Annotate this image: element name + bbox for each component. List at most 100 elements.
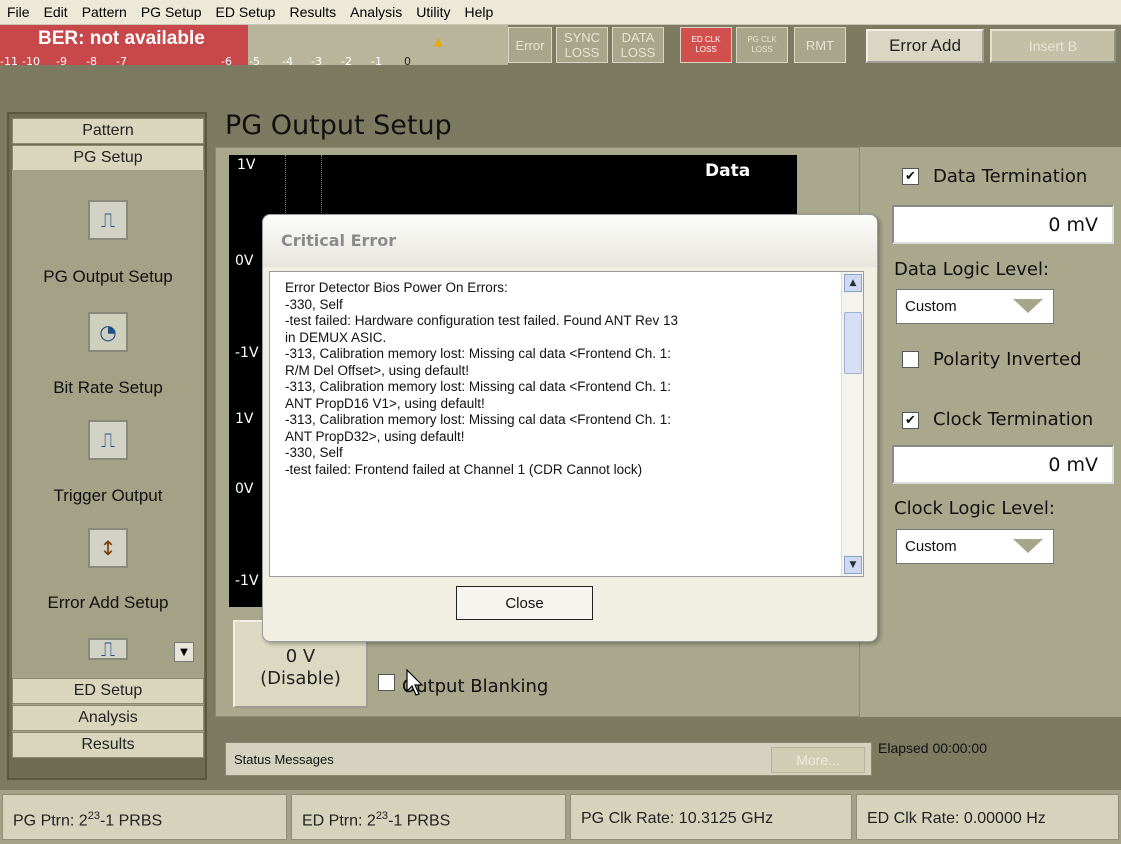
menu-results[interactable]: Results: [282, 4, 343, 20]
clock-logic-level-label: Clock Logic Level:: [894, 498, 1055, 519]
error-add-button[interactable]: Error Add: [866, 29, 984, 63]
sidebar-item-bit-rate-setup[interactable]: Bit Rate Setup: [12, 378, 204, 398]
menu-pg-setup[interactable]: PG Setup: [134, 4, 209, 20]
menu-utility[interactable]: Utility: [409, 4, 457, 20]
mouse-cursor-icon: [406, 669, 424, 696]
critical-error-dialog: Critical Error Error Detector Bios Power…: [262, 214, 878, 642]
menu-edit[interactable]: Edit: [37, 4, 75, 20]
ber-tick: -11: [0, 55, 18, 68]
dialog-line: -313, Calibration memory lost: Missing c…: [285, 412, 672, 427]
data-loss-indicator: DATA LOSS: [612, 27, 664, 63]
sidebar-panel: ⎍ PG Output Setup ◔ Bit Rate Setup ⎍ Tri…: [12, 170, 204, 734]
scope-axis-label: -1V: [235, 573, 259, 589]
data-logic-level-value: Custom: [905, 298, 957, 315]
data-logic-level-label: Data Logic Level:: [894, 259, 1050, 280]
clock-termination-checkbox[interactable]: ✔: [902, 412, 919, 429]
sidebar-pattern[interactable]: Pattern: [12, 118, 204, 144]
dialog-line: -330, Self: [285, 445, 343, 460]
scroll-up-icon[interactable]: ▲: [844, 274, 862, 292]
menu-pattern[interactable]: Pattern: [75, 4, 134, 20]
error-insert-icon[interactable]: ↕: [88, 528, 128, 568]
dialog-line: -test failed: Frontend failed at Channel…: [285, 461, 643, 477]
sidebar-ed-setup[interactable]: ED Setup: [12, 678, 204, 704]
clock-termination-label: Clock Termination: [933, 409, 1094, 430]
close-button[interactable]: Close: [456, 586, 593, 620]
pg-output-icon[interactable]: ⎍: [88, 200, 128, 240]
scope-axis-label: -1V: [235, 345, 259, 361]
status-messages-label: Status Messages: [234, 752, 334, 767]
sidebar-item-pg-output-setup[interactable]: PG Output Setup: [12, 267, 204, 287]
menu-help[interactable]: Help: [458, 4, 501, 20]
ber-status-text: BER: not available: [38, 28, 205, 49]
scrollbar-thumb[interactable]: [844, 312, 862, 374]
chevron-down-icon: [1013, 539, 1043, 553]
scroll-down-icon[interactable]: ▼: [844, 556, 862, 574]
output-blanking-checkbox[interactable]: [378, 674, 395, 691]
ber-tick: 0: [404, 55, 411, 68]
sidebar-results[interactable]: Results: [12, 732, 204, 758]
more-button[interactable]: More...: [771, 747, 865, 773]
clock-logic-level-value: Custom: [905, 538, 957, 555]
ber-tick: -4: [282, 55, 293, 68]
dialog-line: -test failed: Hardware configuration tes…: [285, 313, 678, 328]
menu-ed-setup[interactable]: ED Setup: [209, 4, 283, 20]
rmt-indicator: RMT: [794, 27, 846, 63]
dialog-title: Critical Error: [263, 215, 877, 267]
ber-tick: -8: [86, 55, 97, 68]
data-termination-field[interactable]: 0 mV: [892, 205, 1114, 244]
data-termination-checkbox[interactable]: ✔: [902, 168, 919, 185]
scope-axis-label: 0V: [235, 481, 254, 497]
warning-icon: ▲: [434, 35, 443, 48]
polarity-inverted-checkbox[interactable]: [902, 351, 919, 368]
sidebar-pg-setup[interactable]: PG Setup: [12, 145, 204, 171]
data-logic-level-select[interactable]: Custom: [896, 289, 1054, 324]
elapsed-time: Elapsed 00:00:00: [878, 740, 987, 756]
sidebar-item-error-add-setup[interactable]: Error Add Setup: [12, 593, 204, 613]
bottom-status-bar: PG Ptrn: 223-1 PRBS ED Ptrn: 223-1 PRBS …: [0, 790, 1121, 844]
dialog-line: ANT PropD32>, using default!: [285, 428, 465, 444]
data-termination-label: Data Termination: [933, 166, 1088, 187]
dialog-line: -313, Calibration memory lost: Missing c…: [285, 346, 672, 361]
dialog-line: -313, Calibration memory lost: Missing c…: [285, 379, 672, 394]
pulse-icon[interactable]: ⎍: [88, 420, 128, 460]
menu-file[interactable]: File: [0, 4, 37, 20]
menu-bar: File Edit Pattern PG Setup ED Setup Resu…: [0, 0, 1121, 25]
pg-pattern-status: PG Ptrn: 223-1 PRBS: [2, 794, 287, 840]
ed-clk-loss-indicator: ED CLK LOSS: [680, 27, 732, 63]
disable-button-label: (Disable): [260, 668, 341, 689]
ber-scale: BER: not available -11 -10 -9 -8 -7 -6 -…: [0, 25, 508, 68]
dialog-line: -330, Self: [285, 296, 343, 312]
insert-button[interactable]: Insert B: [990, 29, 1116, 63]
clock-logic-level-select[interactable]: Custom: [896, 529, 1054, 564]
dialog-scrollbar[interactable]: ▲ ▼: [841, 272, 863, 576]
sync-loss-indicator: SYNC LOSS: [556, 27, 608, 63]
ber-tick: -3: [311, 55, 322, 68]
status-messages-box: Status Messages More...: [225, 742, 872, 776]
dialog-message-area[interactable]: Error Detector Bios Power On Errors: -33…: [269, 271, 864, 577]
ber-tick: -9: [56, 55, 67, 68]
sidebar-analysis[interactable]: Analysis: [12, 705, 204, 731]
scope-axis-label: 1V: [237, 157, 256, 173]
dialog-line: R/M Del Offset>, using default!: [285, 362, 469, 378]
clock-termination-field[interactable]: 0 mV: [892, 445, 1114, 484]
polarity-inverted-label: Polarity Inverted: [933, 349, 1082, 370]
gauge-icon[interactable]: ◔: [88, 312, 128, 352]
dialog-line: ANT PropD16 V1>, using default!: [285, 395, 485, 411]
ber-tick: -6: [221, 55, 232, 68]
error-indicator: Error: [508, 27, 552, 63]
dialog-line: Error Detector Bios Power On Errors:: [285, 280, 508, 295]
sidebar-item-trigger-output[interactable]: Trigger Output: [12, 486, 204, 506]
right-panel: ✔ Data Termination 0 mV Data Logic Level…: [860, 147, 1121, 717]
pattern-icon[interactable]: ⎍: [88, 637, 128, 661]
ber-tick: -2: [341, 55, 352, 68]
ed-pattern-status: ED Ptrn: 223-1 PRBS: [291, 794, 566, 840]
dialog-message: Error Detector Bios Power On Errors: -33…: [285, 280, 845, 478]
sidebar-scroll-down-icon[interactable]: ▼: [174, 642, 194, 662]
ber-tick: -10: [22, 55, 40, 68]
disable-button-value: 0 V: [285, 646, 316, 667]
page-title: PG Output Setup: [225, 110, 452, 141]
ed-clock-rate-status: ED Clk Rate: 0.00000 Hz: [856, 794, 1119, 840]
dialog-line: in DEMUX ASIC.: [285, 329, 387, 345]
ber-tick: -7: [116, 55, 127, 68]
menu-analysis[interactable]: Analysis: [343, 4, 409, 20]
